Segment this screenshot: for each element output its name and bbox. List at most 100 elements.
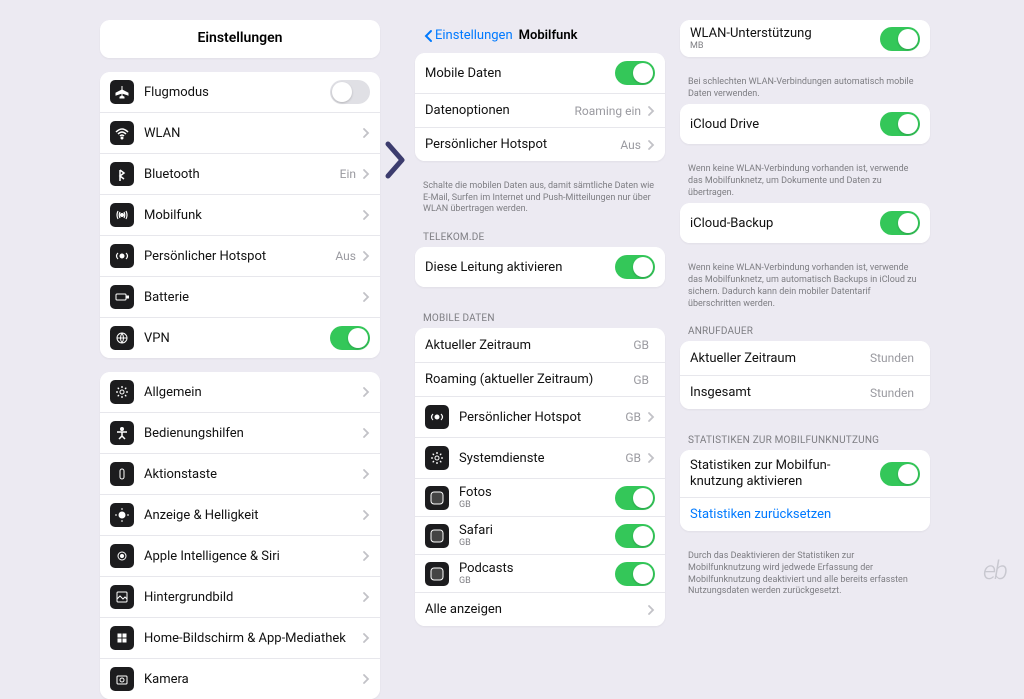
cellular-panel-continued: WLAN-UnterstützungMB Bei schlechten WLAN… <box>680 20 930 580</box>
list-item[interactable]: Aktueller ZeitraumStunden <box>680 341 930 375</box>
list-item[interactable]: Apple Intelligence & Siri <box>100 535 380 576</box>
toggle-switch[interactable] <box>615 562 655 586</box>
row-label: Datenoptionen <box>425 103 575 118</box>
toggle-switch[interactable] <box>615 486 655 510</box>
row-value: GB <box>625 410 641 424</box>
chevron-right-icon <box>647 452 655 464</box>
toggle-switch[interactable] <box>330 326 370 350</box>
chevron-right-icon <box>362 632 370 644</box>
row-label: Aktionstaste <box>144 467 362 482</box>
battery-icon <box>110 285 134 309</box>
row-label: Batterie <box>144 290 362 305</box>
action-icon <box>110 462 134 486</box>
list-item[interactable]: Allgemein <box>100 372 380 412</box>
list-item[interactable]: Persönlicher HotspotGB <box>415 396 665 437</box>
row-label: FotosGB <box>459 485 615 510</box>
cellular-panel: Einstellungen Mobilfunk Mobile Daten Date… <box>415 20 665 580</box>
row-label: Insgesamt <box>690 385 870 400</box>
chevron-right-icon <box>362 127 370 139</box>
list-item[interactable]: Hintergrundbild <box>100 576 380 617</box>
list-item[interactable]: BluetoothEin <box>100 153 380 194</box>
list-item[interactable]: Flugmodus <box>100 72 380 112</box>
reset-stats-button[interactable]: Statistiken zurücksetzen <box>680 497 930 531</box>
toggle-switch[interactable] <box>330 80 370 104</box>
antenna-icon <box>110 203 134 227</box>
hotspot-icon <box>110 244 134 268</box>
list-item[interactable]: VPN <box>100 317 380 358</box>
list-item[interactable]: Aktueller ZeitraumGB <box>415 328 665 362</box>
cellular-top-group: Mobile DatenDatenoptionenRoaming einPers… <box>415 53 665 161</box>
toggle-switch[interactable] <box>615 255 655 279</box>
list-item[interactable]: Diese Leitung aktivieren <box>415 247 665 287</box>
show-all-row[interactable]: Alle anzeigen <box>415 592 665 626</box>
toggle-switch[interactable] <box>880 211 920 235</box>
app-icon <box>425 524 449 548</box>
list-item[interactable]: DatenoptionenRoaming ein <box>415 93 665 127</box>
chevron-right-icon <box>362 209 370 221</box>
list-item[interactable]: WLAN <box>100 112 380 153</box>
list-item[interactable]: iCloud Drive <box>680 104 930 144</box>
row-label: Aktueller Zeitraum <box>690 351 870 366</box>
chevron-right-icon <box>362 250 370 262</box>
chevron-right-icon <box>362 291 370 303</box>
row-label: Statistiken zurücksetzen <box>690 507 920 522</box>
section-mobile-data: MOBILE DATEN <box>415 301 665 328</box>
chevron-right-icon <box>647 105 655 117</box>
list-item[interactable]: Kamera <box>100 658 380 699</box>
list-item[interactable]: InsgesamtStunden <box>680 375 930 409</box>
chevron-right-icon <box>362 427 370 439</box>
settings-group-connectivity: FlugmodusWLANBluetoothEinMobilfunkPersön… <box>100 72 380 358</box>
row-value: Roaming ein <box>575 104 641 118</box>
list-item[interactable]: iCloud-Backup <box>680 203 930 243</box>
row-label: Roaming (aktueller Zeitraum) <box>425 372 633 387</box>
chevron-right-icon <box>647 139 655 151</box>
list-item[interactable]: Home-Bildschirm & App-Mediathek <box>100 617 380 658</box>
bluetooth-icon <box>110 162 134 186</box>
row-label: Persönlicher Hotspot <box>459 410 625 425</box>
row-label: Anzeige & Helligkeit <box>144 508 362 523</box>
list-item[interactable]: Bedienungshilfen <box>100 412 380 453</box>
row-value: GB <box>625 451 641 465</box>
toggle-switch[interactable] <box>880 27 920 51</box>
chevron-right-icon <box>362 550 370 562</box>
list-item[interactable]: Aktionstaste <box>100 453 380 494</box>
app-icon <box>425 562 449 586</box>
wifi-icon <box>110 121 134 145</box>
row-label: Home-Bildschirm & App-Mediathek <box>144 631 362 646</box>
list-item[interactable]: FotosGB <box>415 478 665 516</box>
ai-icon <box>110 544 134 568</box>
list-item[interactable]: Batterie <box>100 276 380 317</box>
back-button[interactable]: Einstellungen <box>423 28 513 43</box>
row-label: WLAN <box>144 126 362 141</box>
list-item[interactable]: Persönlicher HotspotAus <box>100 235 380 276</box>
row-value: GB <box>633 373 649 387</box>
panel-title: Mobilfunk <box>519 28 578 43</box>
toggle-switch[interactable] <box>615 524 655 548</box>
list-item[interactable]: Mobile Daten <box>415 53 665 93</box>
list-item[interactable]: Anzeige & Helligkeit <box>100 494 380 535</box>
list-item[interactable]: Statistiken zur Mobilfun-knutzung aktivi… <box>680 450 930 497</box>
toggle-switch[interactable] <box>615 61 655 85</box>
chevron-right-icon <box>647 411 655 423</box>
row-label: VPN <box>144 331 330 346</box>
row-value: Ein <box>340 167 356 181</box>
list-item[interactable]: SafariGB <box>415 516 665 554</box>
watermark: eb <box>983 556 1006 586</box>
row-value: GB <box>633 338 649 352</box>
list-item[interactable]: Persönlicher HotspotAus <box>415 127 665 161</box>
list-item[interactable]: PodcastsGB <box>415 554 665 592</box>
row-label: Mobile Daten <box>425 66 615 81</box>
camera-icon <box>110 667 134 691</box>
footer-text: Bei schlechten WLAN-Verbindungen automat… <box>680 71 930 104</box>
footer-text: Schalte die mobilen Daten aus, damit säm… <box>415 175 665 220</box>
row-label: Persönlicher Hotspot <box>144 249 335 264</box>
list-item[interactable]: Mobilfunk <box>100 194 380 235</box>
list-item[interactable]: SystemdiensteGB <box>415 437 665 478</box>
list-item[interactable]: WLAN-UnterstützungMB <box>680 20 930 57</box>
toggle-switch[interactable] <box>880 462 920 486</box>
row-value: Stunden <box>870 351 914 365</box>
row-label: Allgemein <box>144 385 362 400</box>
list-item[interactable]: Roaming (aktueller Zeitraum)GB <box>415 362 665 396</box>
settings-panel: Einstellungen FlugmodusWLANBluetoothEinM… <box>100 20 380 580</box>
toggle-switch[interactable] <box>880 112 920 136</box>
